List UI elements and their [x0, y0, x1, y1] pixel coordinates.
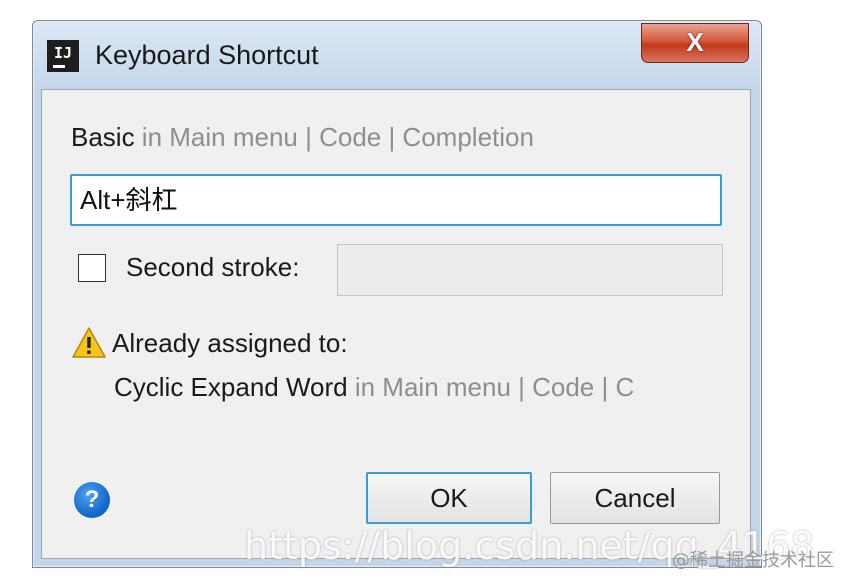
app-icon-underline	[53, 65, 65, 68]
watermark-credit: @稀土掘金技术社区	[672, 550, 834, 571]
breadcrumb-path: in Main menu | Code | Completion	[134, 122, 534, 152]
second-stroke-input[interactable]	[337, 244, 723, 296]
warning-icon	[72, 327, 106, 358]
second-stroke-label: Second stroke:	[126, 252, 300, 282]
help-icon[interactable]: ?	[74, 482, 110, 518]
keyboard-shortcut-dialog: IJ Keyboard Shortcut X Basic in Main men…	[32, 20, 762, 568]
title-bar[interactable]: IJ Keyboard Shortcut X	[33, 21, 761, 89]
cancel-button[interactable]: Cancel	[550, 472, 720, 524]
conflicting-action-name: Cyclic Expand Word	[114, 372, 348, 402]
close-button[interactable]: X	[641, 23, 749, 63]
ok-button[interactable]: OK	[366, 472, 532, 524]
conflicting-action-path: in Main menu | Code | C	[347, 372, 635, 402]
conflicting-action: Cyclic Expand Word in Main menu | Code |…	[114, 370, 726, 404]
dialog-title: Keyboard Shortcut	[95, 40, 319, 70]
action-breadcrumb: Basic in Main menu | Code | Completion	[71, 120, 534, 154]
breadcrumb-action: Basic	[71, 122, 135, 152]
intellij-app-icon: IJ	[47, 40, 79, 72]
app-icon-text: IJ	[53, 44, 73, 62]
second-stroke-checkbox[interactable]	[78, 254, 106, 282]
dialog-content: Basic in Main menu | Code | Completion A…	[41, 89, 751, 559]
already-assigned-label: Already assigned to:	[112, 328, 348, 358]
first-stroke-input[interactable]: Alt+斜杠	[70, 174, 722, 226]
close-icon: X	[686, 27, 704, 57]
